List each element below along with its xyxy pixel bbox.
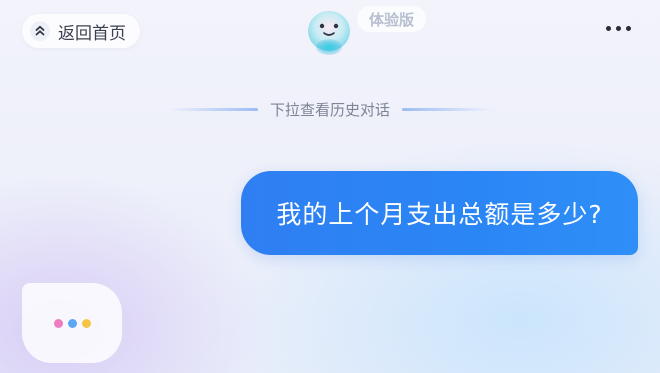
divider-right (402, 107, 492, 111)
assistant-mascot-icon (304, 8, 354, 58)
user-message-text: 我的上个月支出总额是多少? (276, 200, 603, 229)
version-badge: 体验版 (357, 6, 427, 32)
typing-dot-pink (53, 318, 63, 328)
user-message-bubble: 我的上个月支出总额是多少? (241, 171, 638, 255)
back-home-label: 返回首页 (58, 23, 126, 44)
back-home-button[interactable]: 返回首页 (22, 14, 140, 48)
history-hint-text: 下拉查看历史对话 (269, 100, 390, 119)
history-hint[interactable]: 下拉查看历史对话 (160, 97, 500, 121)
divider-left (167, 107, 258, 111)
more-dots-icon[interactable] (606, 26, 631, 31)
typing-dot-yellow (81, 318, 91, 328)
chevron-up-double-icon (30, 21, 50, 41)
typing-dot-blue (67, 318, 77, 328)
assistant-typing-bubble (22, 283, 122, 363)
